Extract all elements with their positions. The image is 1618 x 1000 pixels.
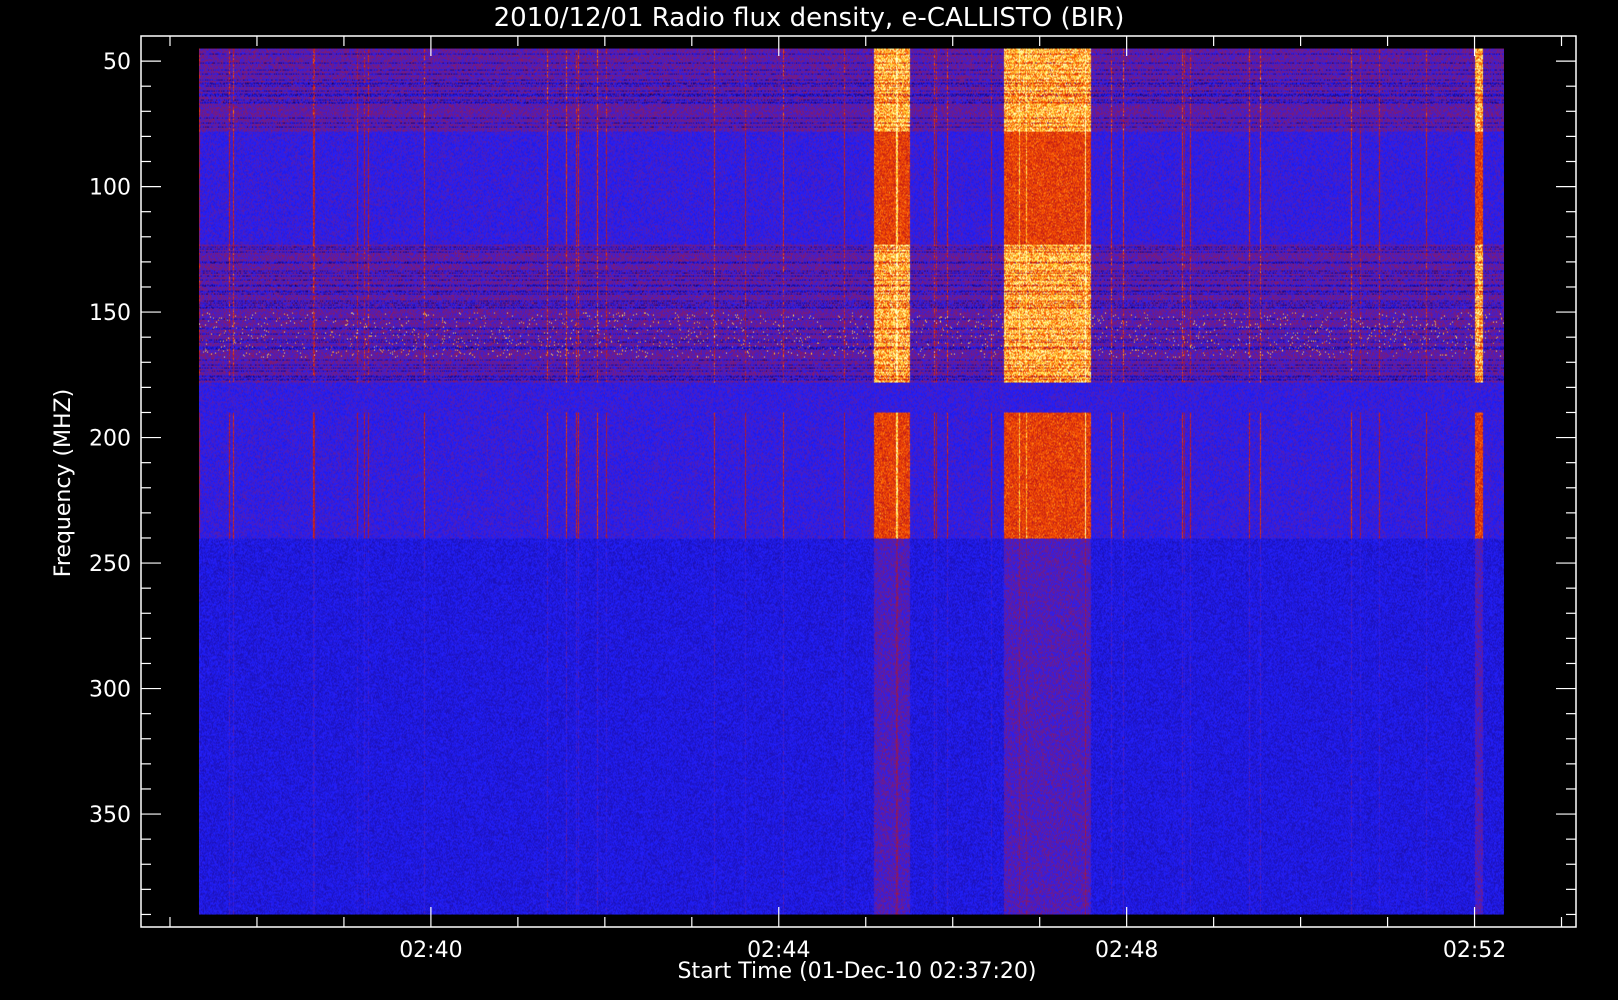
y-tick-label: 50: [103, 50, 131, 75]
x-tick-label: 02:52: [1443, 938, 1506, 963]
y-tick-label: 150: [89, 301, 131, 326]
y-tick-label: 300: [89, 678, 131, 703]
y-tick-label: 250: [89, 552, 131, 577]
chart-title: 2010/12/01 Radio flux density, e-CALLIST…: [494, 3, 1125, 33]
spectrogram-chart: 2010/12/01 Radio flux density, e-CALLIST…: [51, 3, 1577, 984]
x-axis-label: Start Time (01-Dec-10 02:37:20): [678, 959, 1037, 984]
x-tick-label: 02:40: [399, 938, 462, 963]
y-axis-label: Frequency (MHZ): [51, 389, 76, 577]
x-tick-label: 02:48: [1095, 938, 1158, 963]
spectrogram-image: [198, 48, 1504, 915]
y-tick-label: 350: [89, 803, 131, 828]
y-tick-label: 200: [89, 427, 131, 452]
y-tick-label: 100: [89, 176, 131, 201]
spectrogram-raster: [198, 48, 1504, 915]
